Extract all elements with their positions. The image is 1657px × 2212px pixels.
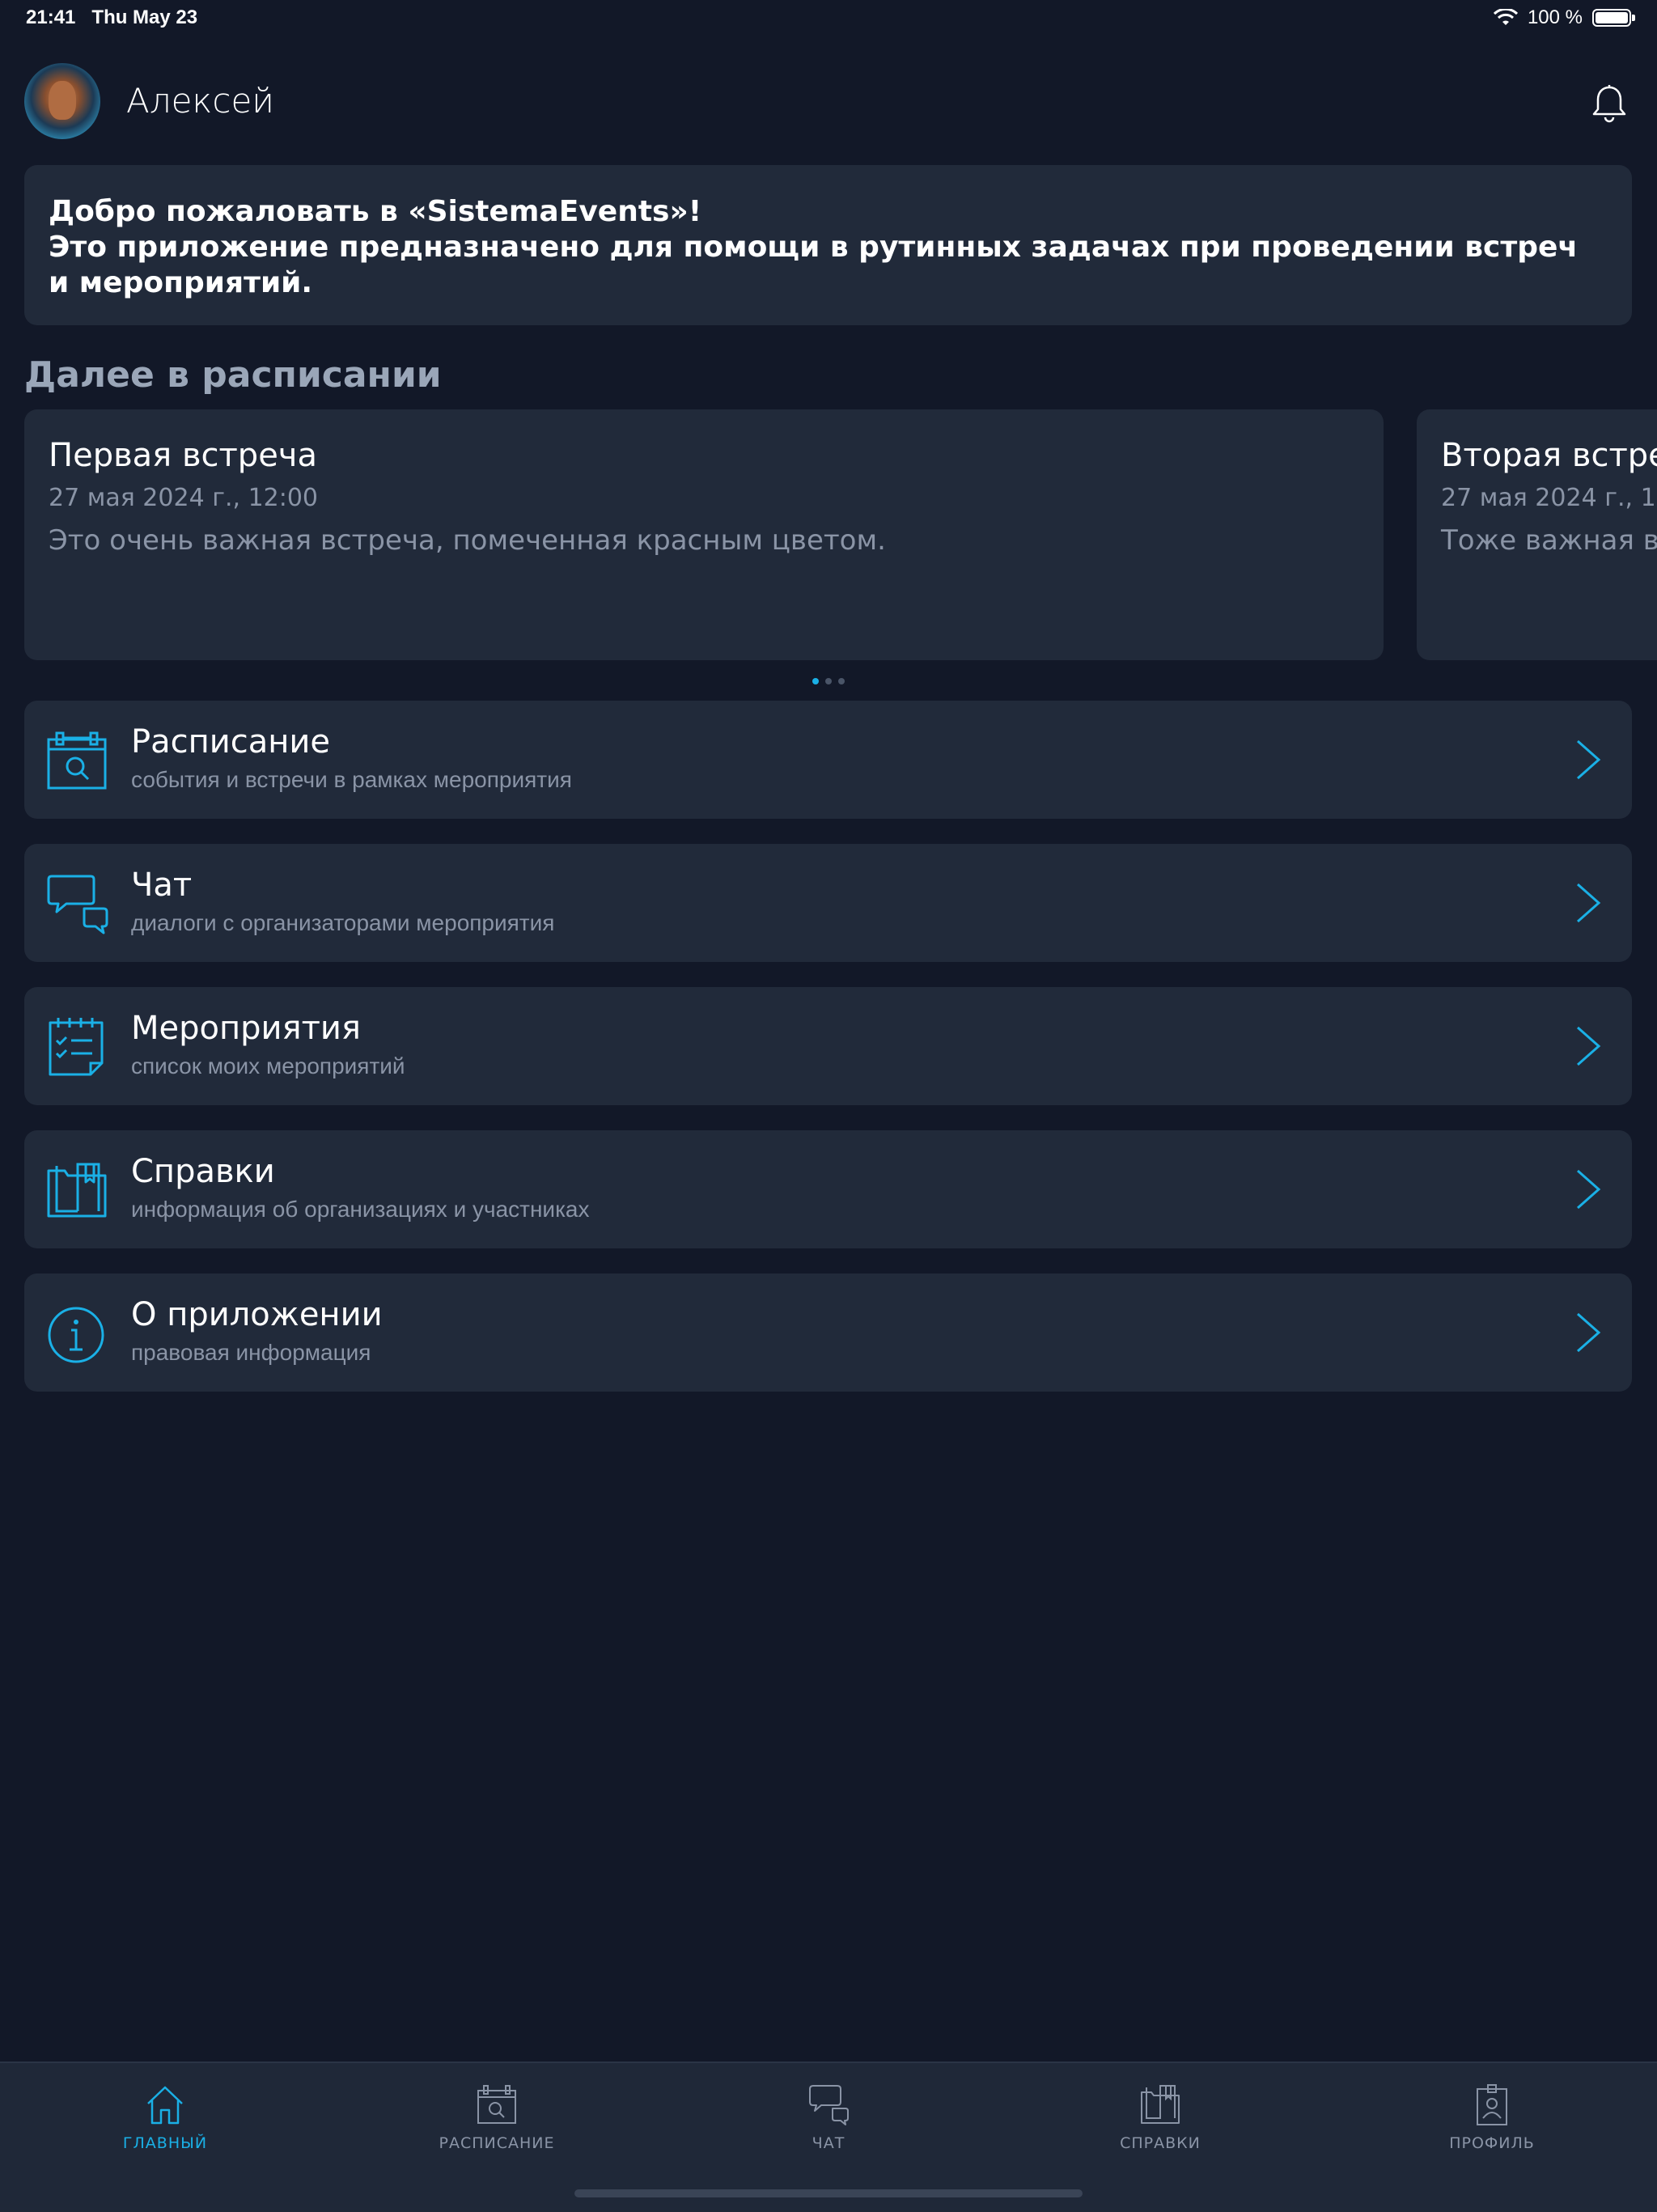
tab-label: РАСПИСАНИЕ bbox=[439, 2134, 555, 2152]
menu-item-about[interactable]: О приложении правовая информация bbox=[24, 1273, 1632, 1392]
user-name: Алексей bbox=[126, 81, 274, 121]
menu-item-title: О приложении bbox=[131, 1296, 383, 1333]
chevron-right-icon bbox=[1577, 1026, 1601, 1066]
battery-percent: 100 % bbox=[1527, 6, 1583, 28]
checklist-notepad-icon bbox=[49, 1018, 104, 1076]
tab-schedule[interactable]: РАСПИСАНИЕ bbox=[375, 2083, 618, 2163]
bell-icon[interactable] bbox=[1591, 84, 1628, 123]
profile-badge-icon bbox=[1477, 2084, 1507, 2125]
avatar-face bbox=[49, 81, 76, 120]
menu-item-events[interactable]: Мероприятия список моих мероприятий bbox=[24, 987, 1632, 1105]
tab-profile[interactable]: ПРОФИЛЬ bbox=[1371, 2083, 1613, 2163]
schedule-card-title: Первая встреча bbox=[49, 437, 317, 474]
status-time: 21:41 Thu May 23 bbox=[26, 6, 197, 29]
home-indicator[interactable] bbox=[574, 2189, 1083, 2197]
tab-home[interactable]: ГЛАВНЫЙ bbox=[44, 2083, 286, 2163]
tab-label: СПРАВКИ bbox=[1120, 2134, 1201, 2152]
chevron-right-icon bbox=[1577, 1169, 1601, 1210]
avatar[interactable] bbox=[24, 63, 100, 139]
menu-item-schedule[interactable]: Расписание события и встречи в рамках ме… bbox=[24, 701, 1632, 819]
menu-item-subtitle: список моих мероприятий bbox=[131, 1053, 405, 1078]
welcome-card: Добро пожаловать в «SistemaEvents»! Это … bbox=[24, 165, 1632, 325]
battery-icon bbox=[1592, 9, 1635, 27]
schedule-card-description: Это очень важная встреча, помеченная кра… bbox=[49, 524, 886, 557]
chevron-right-icon bbox=[1577, 883, 1601, 923]
info-circle-icon bbox=[48, 1307, 104, 1363]
calendar-search-icon bbox=[47, 731, 107, 790]
tab-chat[interactable]: ЧАТ bbox=[707, 2083, 950, 2163]
schedule-section-title: Далее в расписании bbox=[24, 354, 442, 396]
chat-bubbles-icon bbox=[809, 2085, 849, 2125]
status-right: 100 % bbox=[1493, 6, 1635, 29]
page-dot[interactable] bbox=[838, 678, 845, 684]
wifi-icon bbox=[1493, 9, 1518, 25]
menu-item-title: Чат bbox=[131, 867, 193, 904]
status-clock: 21:41 bbox=[26, 6, 76, 28]
tab-label: ГЛАВНЫЙ bbox=[122, 2134, 208, 2152]
schedule-card[interactable]: Вторая встре 27 мая 2024 г., 14 Тоже важ… bbox=[1417, 409, 1657, 660]
folder-bookmark-icon bbox=[47, 1163, 107, 1218]
folder-bookmark-icon bbox=[1141, 2085, 1180, 2124]
menu-item-chat[interactable]: Чат диалоги с организаторами мероприятия bbox=[24, 844, 1632, 962]
schedule-card-title: Вторая встре bbox=[1441, 437, 1657, 474]
schedule-card-datetime: 27 мая 2024 г., 14 bbox=[1441, 484, 1657, 512]
page-dot[interactable] bbox=[812, 678, 819, 684]
tab-references[interactable]: СПРАВКИ bbox=[1039, 2083, 1282, 2163]
menu-item-subtitle: информация об организациях и участниках bbox=[131, 1197, 590, 1222]
menu-item-title: Справки bbox=[131, 1153, 275, 1190]
menu-item-title: Расписание bbox=[131, 723, 331, 761]
chevron-right-icon bbox=[1577, 739, 1601, 780]
status-bar: 21:41 Thu May 23 100 % bbox=[0, 0, 1657, 39]
schedule-card[interactable]: Первая встреча 27 мая 2024 г., 12:00 Это… bbox=[24, 409, 1384, 660]
page-dot[interactable] bbox=[825, 678, 832, 684]
schedule-card-description: Тоже важная в bbox=[1441, 524, 1657, 557]
menu-item-subtitle: события и встречи в рамках мероприятия bbox=[131, 767, 572, 792]
menu-item-title: Мероприятия bbox=[131, 1010, 361, 1047]
menu-item-references[interactable]: Справки информация об организациях и уча… bbox=[24, 1130, 1632, 1248]
tab-label: ЧАТ bbox=[812, 2134, 845, 2152]
chevron-right-icon bbox=[1577, 1312, 1601, 1353]
chat-bubbles-icon bbox=[47, 875, 108, 934]
status-date: Thu May 23 bbox=[91, 6, 198, 28]
home-icon bbox=[147, 2086, 183, 2125]
tab-label: ПРОФИЛЬ bbox=[1449, 2134, 1535, 2152]
schedule-card-datetime: 27 мая 2024 г., 12:00 bbox=[49, 484, 319, 512]
calendar-search-icon bbox=[477, 2085, 516, 2124]
page-indicator[interactable] bbox=[812, 678, 845, 684]
menu-item-subtitle: диалоги с организаторами мероприятия bbox=[131, 910, 555, 935]
menu-item-subtitle: правовая информация bbox=[131, 1340, 371, 1365]
welcome-text: Добро пожаловать в «SistemaEvents»! Это … bbox=[49, 195, 1579, 299]
